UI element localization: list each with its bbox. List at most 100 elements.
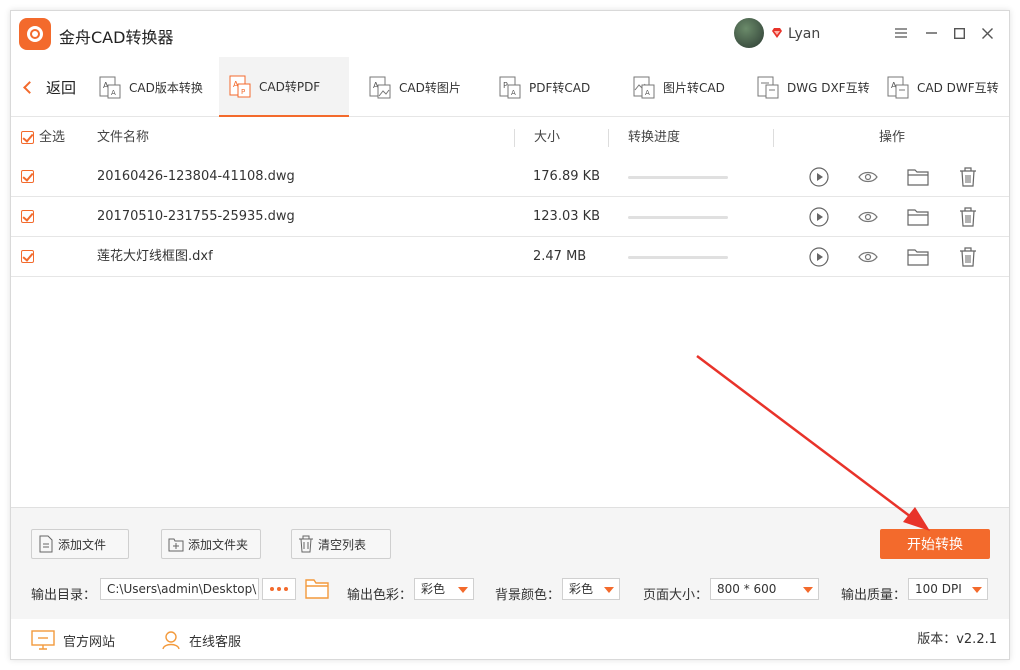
tab-cad-to-image[interactable]: A CAD转图片	[359, 57, 489, 117]
add-folder-button[interactable]: 添加文件夹	[161, 529, 261, 559]
color-label: 输出色彩：	[347, 588, 413, 603]
tab-image-to-cad[interactable]: A 图片转CAD	[623, 57, 748, 117]
file-size: 123.03 KB	[533, 209, 601, 224]
chevron-down-icon	[604, 587, 614, 593]
user-avatar[interactable]	[734, 18, 764, 48]
open-folder-button[interactable]	[907, 206, 929, 228]
back-button[interactable]: 返回	[19, 57, 76, 117]
convert-row-button[interactable]	[808, 166, 830, 188]
tab-cad-dwf[interactable]: A CAD DWF互转	[877, 57, 1011, 117]
trash-icon	[960, 207, 976, 227]
open-folder-button[interactable]	[907, 166, 929, 188]
chevron-down-icon	[458, 587, 468, 593]
add-folder-icon	[168, 538, 184, 552]
app-logo-icon	[19, 18, 51, 50]
table-row[interactable]: 20170510-231755-25935.dwg 123.03 KB	[11, 197, 1009, 237]
back-label: 返回	[46, 78, 77, 97]
convert-row-button[interactable]	[808, 246, 830, 268]
clear-list-button[interactable]: 清空列表	[291, 529, 391, 559]
column-header-size: 大小	[534, 130, 561, 145]
eye-icon	[858, 251, 878, 263]
cad-to-pdf-icon: AP	[229, 75, 251, 98]
column-header-progress: 转换进度	[628, 130, 681, 145]
chevron-down-icon	[972, 587, 982, 593]
tab-cad-version[interactable]: AA CAD版本转换	[89, 57, 219, 117]
start-conversion-button[interactable]: 开始转换	[880, 529, 990, 559]
official-website-link[interactable]: 官方网站	[31, 619, 115, 661]
dwg-dxf-icon	[757, 76, 779, 99]
tab-dwg-dxf[interactable]: DWG DXF互转	[747, 57, 877, 117]
open-folder-button[interactable]	[907, 246, 929, 268]
add-file-button[interactable]: 添加文件	[31, 529, 129, 559]
conversion-progress-bar	[628, 216, 728, 219]
trash-icon	[299, 535, 313, 553]
background-color-select[interactable]: 彩色	[562, 578, 620, 600]
column-header-name: 文件名称	[97, 130, 150, 145]
table-row[interactable]: 20160426-123804-41108.dwg 176.89 KB	[11, 157, 1009, 197]
tab-cad-to-pdf[interactable]: AP CAD转PDF	[219, 57, 349, 117]
tab-label: CAD转PDF	[259, 79, 321, 94]
maximize-button[interactable]	[949, 23, 969, 43]
username[interactable]: Lyan	[788, 26, 820, 42]
trash-icon	[960, 167, 976, 187]
eye-icon	[858, 211, 878, 223]
open-output-folder-icon[interactable]	[305, 577, 329, 599]
file-name: 20160426-123804-41108.dwg	[97, 169, 295, 184]
svg-text:A: A	[111, 89, 116, 97]
vip-diamond-icon	[772, 28, 782, 38]
preview-button[interactable]	[857, 206, 879, 228]
pdf-to-cad-icon: PA	[499, 76, 521, 99]
convert-row-button[interactable]	[808, 206, 830, 228]
delete-row-button[interactable]	[957, 166, 979, 188]
output-dir-label: 输出目录：	[31, 588, 97, 603]
add-file-label: 添加文件	[58, 537, 107, 552]
column-divider	[773, 129, 774, 147]
trash-icon	[960, 247, 976, 267]
column-header-actions: 操作	[879, 130, 906, 145]
output-quality-select[interactable]: 100 DPI	[908, 578, 988, 600]
close-button[interactable]	[977, 23, 997, 43]
page-size-select[interactable]: 800 * 600	[710, 578, 819, 600]
row-checkbox[interactable]	[21, 250, 34, 263]
svg-text:A: A	[645, 89, 650, 97]
conversion-progress-bar	[628, 256, 728, 259]
title-bar: 金舟CAD转换器 Lyan	[11, 11, 1009, 57]
table-row[interactable]: 莲花大灯线框图.dxf 2.47 MB	[11, 237, 1009, 277]
official-website-label: 官方网站	[63, 634, 116, 650]
select-all-label[interactable]: 全选	[39, 119, 65, 157]
online-support-link[interactable]: 在线客服	[161, 619, 241, 661]
file-size: 176.89 KB	[533, 169, 601, 184]
row-checkbox[interactable]	[21, 170, 34, 183]
row-checkbox[interactable]	[21, 210, 34, 223]
app-title: 金舟CAD转换器	[59, 28, 174, 47]
column-divider	[608, 129, 609, 147]
output-dir-input[interactable]: C:\Users\admin\Desktop\	[100, 578, 259, 600]
background-color-label: 背景颜色：	[495, 588, 561, 603]
folder-icon	[907, 169, 929, 186]
add-folder-label: 添加文件夹	[188, 537, 249, 552]
delete-row-button[interactable]	[957, 206, 979, 228]
conversion-progress-bar	[628, 176, 728, 179]
folder-icon	[907, 249, 929, 266]
preview-button[interactable]	[857, 246, 879, 268]
tab-pdf-to-cad[interactable]: PA PDF转CAD	[489, 57, 619, 117]
browse-dir-button[interactable]	[262, 578, 296, 600]
maximize-icon	[953, 27, 965, 39]
hamburger-icon	[895, 28, 907, 38]
minimize-button[interactable]	[921, 23, 941, 43]
folder-icon	[907, 209, 929, 226]
function-tabs: 返回 AA CAD版本转换 AP CAD转PDF A CAD转图片 PA PDF…	[11, 57, 1009, 117]
conversion-settings-panel: 添加文件 添加文件夹 清空列表 开始转换 输出目录： C:\Users\admi…	[11, 507, 1009, 619]
chevron-down-icon	[803, 587, 813, 593]
svg-text:A: A	[511, 89, 516, 97]
menu-button[interactable]	[891, 23, 911, 43]
tab-label: CAD转图片	[399, 80, 461, 95]
tab-label: 图片转CAD	[663, 80, 725, 95]
select-all-checkbox[interactable]	[21, 131, 34, 144]
support-agent-icon	[162, 631, 180, 650]
tab-label: PDF转CAD	[529, 80, 591, 95]
delete-row-button[interactable]	[957, 246, 979, 268]
preview-button[interactable]	[857, 166, 879, 188]
color-select[interactable]: 彩色	[414, 578, 474, 600]
tab-label: DWG DXF互转	[787, 80, 870, 95]
